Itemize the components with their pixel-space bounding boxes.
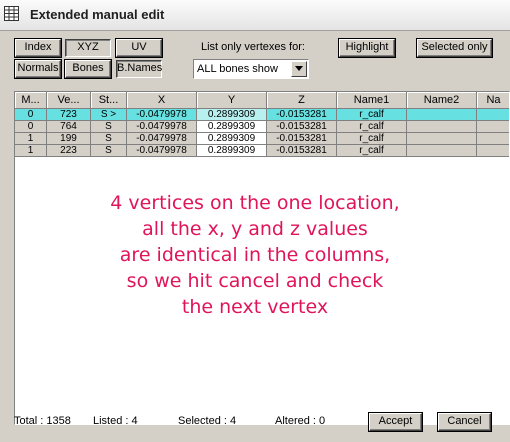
cell-vertex: 723 <box>47 109 91 121</box>
column-header-name2[interactable]: Name2 <box>407 92 477 109</box>
cell-x: -0.0479978 <box>127 121 197 133</box>
altered-count: Altered : 0 <box>275 415 326 427</box>
cell-name1: r_calf <box>337 133 407 145</box>
column-header-y[interactable]: Y <box>197 92 267 109</box>
column-header-vertex[interactable]: Ve... <box>47 92 91 109</box>
cell-m: 1 <box>15 133 47 145</box>
annotation-line: so we hit cancel and check <box>126 270 384 292</box>
cell-vertex: 199 <box>47 133 91 145</box>
cell-m: 1 <box>15 145 47 157</box>
normals-button[interactable]: Normals <box>15 60 61 78</box>
cell-name2 <box>407 109 477 121</box>
chevron-down-icon <box>295 66 303 71</box>
xyz-button[interactable]: XYZ <box>65 39 111 57</box>
annotation-text: 4 vertices on the one location, all the … <box>70 190 440 320</box>
dropdown-arrow-button[interactable] <box>291 61 307 77</box>
cell-y: 0.2899309 <box>197 145 267 157</box>
listed-count: Listed : 4 <box>93 415 138 427</box>
bone-filter-select[interactable]: ALL bones show <box>193 59 309 79</box>
annotation-line: all the x, y and z values <box>142 218 368 240</box>
app-icon <box>4 6 19 21</box>
cell-name3 <box>477 109 509 121</box>
cell-x: -0.0479978 <box>127 109 197 121</box>
column-header-state[interactable]: St... <box>91 92 127 109</box>
cell-state: S <box>91 121 127 133</box>
cell-z: -0.0153281 <box>267 145 337 157</box>
cell-name1: r_calf <box>337 121 407 133</box>
cell-name2 <box>407 133 477 145</box>
cell-vertex: 764 <box>47 121 91 133</box>
cell-y: 0.2899309 <box>197 109 267 121</box>
cell-state: S <box>91 145 127 157</box>
column-header-name1[interactable]: Name1 <box>337 92 407 109</box>
bones-button[interactable]: Bones <box>65 60 111 78</box>
annotation-line: are identical in the columns, <box>119 244 391 266</box>
highlight-button[interactable]: Highlight <box>339 39 395 57</box>
index-button[interactable]: Index <box>15 39 61 57</box>
bnames-button[interactable]: B.Names <box>116 60 162 78</box>
bone-filter-value: ALL bones show <box>197 63 278 75</box>
cell-y: 0.2899309 <box>197 133 267 145</box>
selected-count: Selected : 4 <box>178 415 237 427</box>
cell-m: 0 <box>15 109 47 121</box>
column-header-m[interactable]: M... <box>15 92 47 109</box>
total-count: Total : 1358 <box>14 415 71 427</box>
annotation-line: 4 vertices on the one location, <box>110 192 400 214</box>
cell-x: -0.0479978 <box>127 133 197 145</box>
cell-m: 0 <box>15 121 47 133</box>
cell-name1: r_calf <box>337 109 407 121</box>
cell-name2 <box>407 121 477 133</box>
cell-state: S <box>91 133 127 145</box>
annotation-line: the next vertex <box>181 296 329 318</box>
column-header-z[interactable]: Z <box>267 92 337 109</box>
cell-name1: r_calf <box>337 145 407 157</box>
table-row[interactable]: 0 764 S -0.0479978 0.2899309 -0.0153281 … <box>15 121 509 133</box>
table-row[interactable]: 1 199 S -0.0479978 0.2899309 -0.0153281 … <box>15 133 509 145</box>
selected-only-button[interactable]: Selected only <box>417 39 492 57</box>
cell-z: -0.0153281 <box>267 133 337 145</box>
title-bar: Extended manual edit <box>0 0 510 31</box>
table-row[interactable]: 1 223 S -0.0479978 0.2899309 -0.0153281 … <box>15 145 509 157</box>
cell-z: -0.0153281 <box>267 121 337 133</box>
cell-vertex: 223 <box>47 145 91 157</box>
uv-button[interactable]: UV <box>116 39 162 57</box>
cell-y: 0.2899309 <box>197 121 267 133</box>
window-title: Extended manual edit <box>30 7 165 22</box>
cell-state: S > <box>91 109 127 121</box>
column-header-name3[interactable]: Na <box>477 92 509 109</box>
table-row[interactable]: 0 723 S > -0.0479978 0.2899309 -0.015328… <box>15 109 509 121</box>
cell-x: -0.0479978 <box>127 145 197 157</box>
cell-name3 <box>477 121 509 133</box>
column-header-x[interactable]: X <box>127 92 197 109</box>
cell-z: -0.0153281 <box>267 109 337 121</box>
cell-name3 <box>477 133 509 145</box>
cell-name2 <box>407 145 477 157</box>
filter-label: List only vertexes for: <box>201 41 305 53</box>
accept-button[interactable]: Accept <box>369 413 422 431</box>
cell-name3 <box>477 145 509 157</box>
cancel-button[interactable]: Cancel <box>438 413 491 431</box>
